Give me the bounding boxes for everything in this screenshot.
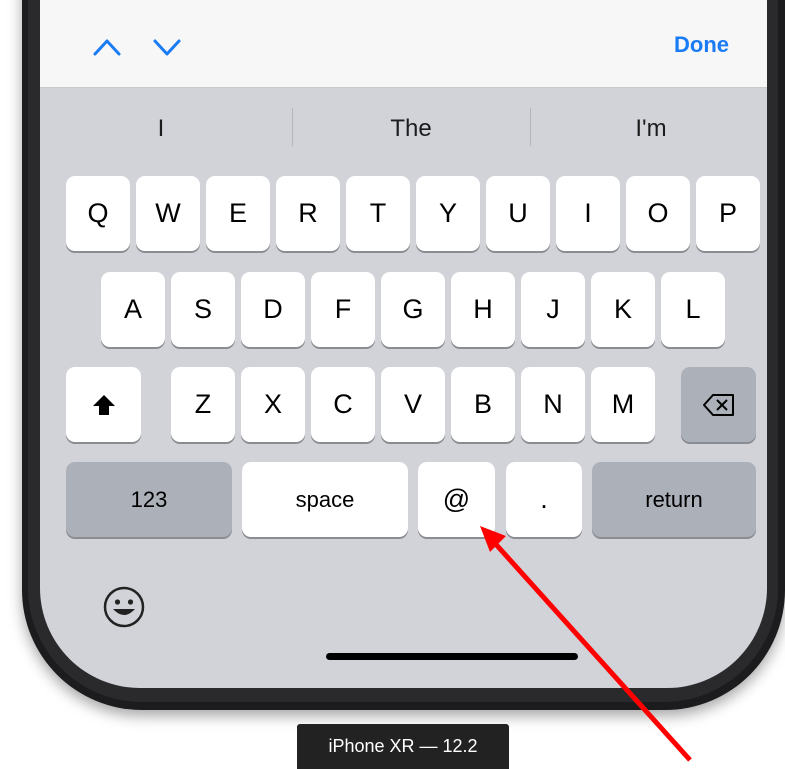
delete-key[interactable] xyxy=(681,367,756,442)
shift-icon xyxy=(92,394,115,415)
key-a[interactable]: A xyxy=(101,272,165,347)
key-u[interactable]: U xyxy=(486,176,550,251)
key-i[interactable]: I xyxy=(556,176,620,251)
shift-key[interactable] xyxy=(66,367,141,442)
period-key[interactable]: . xyxy=(506,462,582,537)
key-t[interactable]: T xyxy=(346,176,410,251)
prediction-suggestion[interactable]: I'm xyxy=(530,88,767,170)
key-w[interactable]: W xyxy=(136,176,200,251)
prediction-suggestion[interactable]: The xyxy=(290,88,532,170)
chevron-up-icon[interactable] xyxy=(92,36,122,58)
at-key[interactable]: @ xyxy=(418,462,495,537)
key-s[interactable]: S xyxy=(171,272,235,347)
key-e[interactable]: E xyxy=(206,176,270,251)
emoji-button[interactable] xyxy=(102,585,146,629)
home-indicator[interactable] xyxy=(326,653,578,660)
key-v[interactable]: V xyxy=(381,367,445,442)
key-x[interactable]: X xyxy=(241,367,305,442)
keyboard-accessory-toolbar: Done xyxy=(40,0,767,88)
numbers-key[interactable]: 123 xyxy=(66,462,232,537)
key-r[interactable]: R xyxy=(276,176,340,251)
key-z[interactable]: Z xyxy=(171,367,235,442)
key-o[interactable]: O xyxy=(626,176,690,251)
emoji-icon xyxy=(103,586,145,628)
return-key[interactable]: return xyxy=(592,462,756,537)
chevron-down-icon[interactable] xyxy=(152,36,182,58)
key-b[interactable]: B xyxy=(451,367,515,442)
key-m[interactable]: M xyxy=(591,367,655,442)
key-l[interactable]: L xyxy=(661,272,725,347)
key-f[interactable]: F xyxy=(311,272,375,347)
space-key[interactable]: space xyxy=(242,462,408,537)
key-j[interactable]: J xyxy=(521,272,585,347)
done-button[interactable]: Done xyxy=(674,32,729,58)
key-n[interactable]: N xyxy=(521,367,585,442)
key-d[interactable]: D xyxy=(241,272,305,347)
phone-screen: Done I The I'm Q W E R T Y U I O P A S D… xyxy=(40,0,767,688)
key-y[interactable]: Y xyxy=(416,176,480,251)
key-q[interactable]: Q xyxy=(66,176,130,251)
predictive-text-bar: I The I'm xyxy=(40,88,767,170)
prediction-suggestion[interactable]: I xyxy=(40,88,282,170)
key-g[interactable]: G xyxy=(381,272,445,347)
delete-backspace-icon xyxy=(702,393,734,416)
key-p[interactable]: P xyxy=(696,176,760,251)
simulator-device-label: iPhone XR — 12.2 xyxy=(297,724,509,769)
key-k[interactable]: K xyxy=(591,272,655,347)
key-c[interactable]: C xyxy=(311,367,375,442)
key-h[interactable]: H xyxy=(451,272,515,347)
